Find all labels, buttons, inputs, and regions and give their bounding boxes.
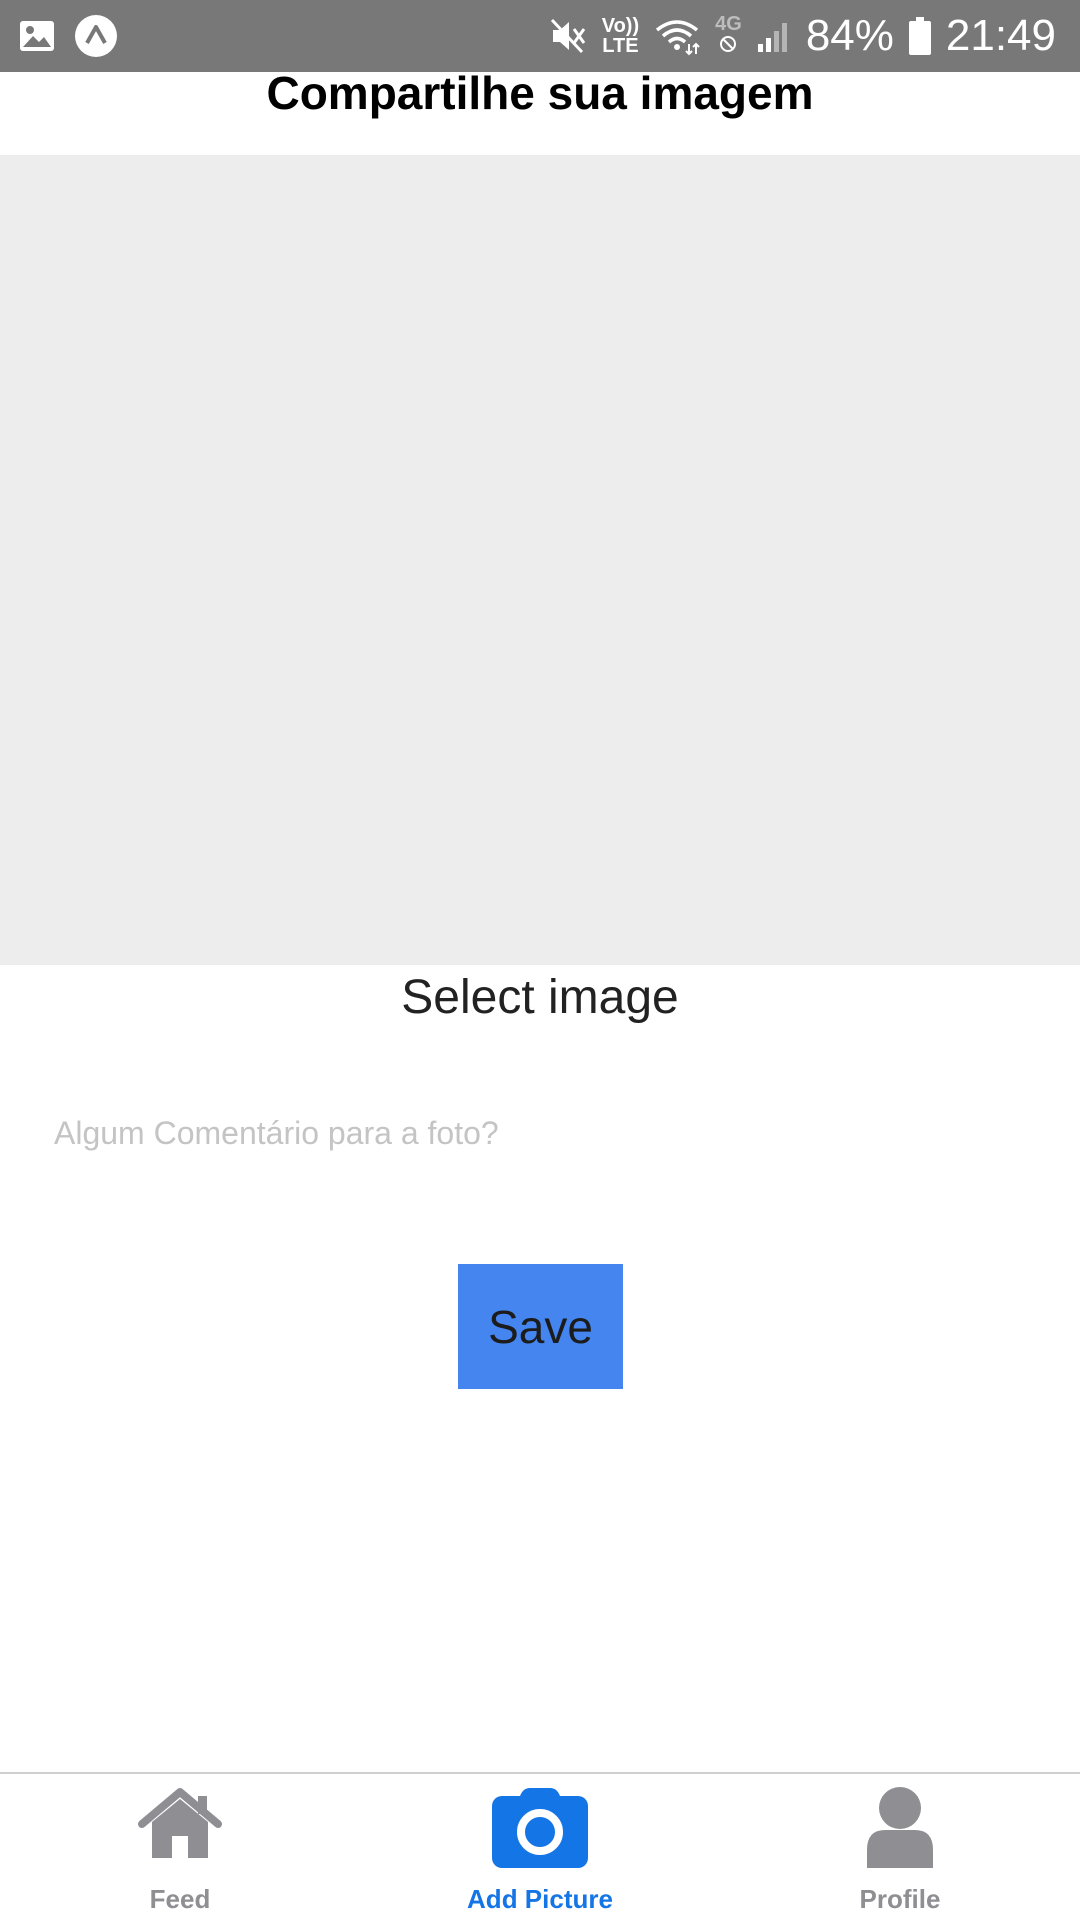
comment-input[interactable] xyxy=(54,1100,1026,1166)
status-bar: Vo)) LTE 4G 84% 21:49 xyxy=(0,0,1080,72)
clock: 21:49 xyxy=(945,11,1056,60)
battery-percentage: 84% xyxy=(805,11,894,60)
mute-icon xyxy=(548,16,588,56)
gallery-notification-icon xyxy=(18,19,56,53)
tab-profile[interactable]: Profile xyxy=(720,1774,1080,1922)
image-preview xyxy=(0,155,1080,965)
status-bar-right: Vo)) LTE 4G 84% 21:49 xyxy=(548,10,1056,62)
tab-profile-label: Profile xyxy=(859,1884,941,1914)
volte-indicator: Vo)) LTE xyxy=(601,15,640,57)
save-button[interactable]: Save xyxy=(458,1264,623,1389)
user-icon xyxy=(865,1786,935,1870)
battery-icon xyxy=(908,16,932,56)
tab-add-picture[interactable]: Add Picture xyxy=(360,1774,720,1922)
no-data-icon xyxy=(720,36,737,52)
select-image-button[interactable]: Select image xyxy=(0,970,1080,1025)
signal-icon xyxy=(756,18,792,54)
tab-add-picture-label: Add Picture xyxy=(467,1884,613,1914)
expo-notification-icon xyxy=(74,14,118,58)
4g-indicator: 4G xyxy=(715,14,742,58)
camera-icon xyxy=(490,1786,590,1870)
tab-feed[interactable]: Feed xyxy=(0,1774,360,1922)
wifi-icon xyxy=(653,16,701,56)
status-bar-left xyxy=(18,14,118,58)
tab-feed-label: Feed xyxy=(149,1884,211,1914)
page-title: Compartilhe sua imagem xyxy=(266,67,814,119)
home-icon xyxy=(138,1786,222,1862)
bottom-tab-bar: Feed Add Picture Profile xyxy=(0,1772,1080,1922)
